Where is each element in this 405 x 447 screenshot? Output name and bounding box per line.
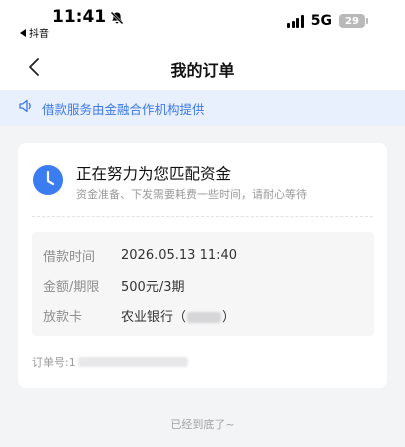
battery-level: 29: [345, 15, 359, 27]
bell-off-icon: [110, 10, 124, 25]
status-indicators: 5G 29: [287, 13, 368, 29]
detail-row-amount: 金额/期限 500元/3期: [43, 276, 184, 295]
notice-bar: 借款服务由金融合作机构提供: [0, 90, 405, 126]
order-details: 借款时间 2026.05.13 11:40 金额/期限 500元/3期 放款卡 …: [32, 232, 374, 336]
network-type: 5G: [310, 13, 332, 29]
detail-value: 农业银行（ ）: [121, 306, 235, 325]
order-card[interactable]: 正在努力为您匹配资金 资金准备、下发需要耗费一些时间，请耐心等待 借款时间 20…: [18, 143, 387, 388]
order-status-title: 正在努力为您匹配资金: [76, 165, 232, 183]
back-triangle-icon: [20, 28, 26, 37]
status-time-text: 11:41: [52, 7, 107, 27]
return-app-label: 抖音: [29, 29, 49, 40]
detail-label: 借款时间: [43, 250, 96, 265]
notice-text: 借款服务由金融合作机构提供: [42, 101, 205, 117]
redacted-order-number: [77, 357, 188, 367]
detail-row-loan-time: 借款时间 2026.05.13 11:40: [43, 246, 237, 265]
bank-name: 农业银行（: [121, 310, 187, 325]
detail-row-card: 放款卡 农业银行（ ）: [43, 306, 235, 325]
nav-bar: 我的订单: [0, 44, 405, 90]
detail-value: 2026.05.13 11:40: [121, 248, 238, 263]
battery-icon: 29: [339, 14, 368, 28]
detail-label: 放款卡: [43, 310, 83, 325]
order-page: 11:41 抖音 5G 29 我的订单 借款服务由金融合作机构提供 正在努力为您…: [0, 0, 405, 447]
redacted-card-number: [187, 312, 222, 323]
order-number: 订单号:1: [32, 354, 188, 370]
status-bar: 11:41 抖音 5G 29: [0, 0, 405, 44]
return-to-app[interactable]: 抖音: [20, 25, 49, 40]
order-number-label: 订单号:1: [32, 356, 76, 369]
order-status-subtitle: 资金准备、下发需要耗费一些时间，请耐心等待: [76, 188, 307, 201]
clock-icon: [32, 164, 64, 196]
list-end-text: 已经到底了~: [170, 418, 235, 431]
status-time: 11:41: [52, 7, 124, 27]
card-divider: [32, 216, 373, 217]
cellular-signal-icon: [287, 14, 304, 28]
detail-value: 500元/3期: [121, 280, 185, 295]
speaker-icon: [18, 98, 34, 118]
page-title: 我的订单: [170, 61, 235, 80]
bank-close-paren: ）: [222, 310, 236, 325]
detail-label: 金额/期限: [43, 280, 100, 295]
